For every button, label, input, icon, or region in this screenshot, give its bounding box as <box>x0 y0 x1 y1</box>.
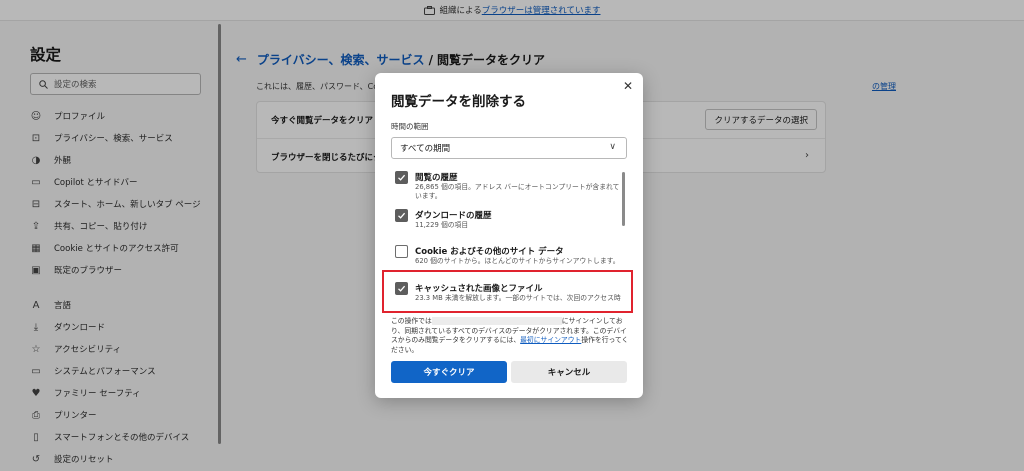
option-description: 11,229 個の項目 <box>415 221 469 229</box>
redacted-account <box>431 317 562 325</box>
highlight-box <box>382 270 633 313</box>
chevron-down-icon: ∨ <box>609 142 616 152</box>
time-range-select[interactable]: すべての期間 ∨ <box>391 137 627 159</box>
option-description: 26,865 個の項目。アドレス バーにオートコンプリートが含まれています。 <box>415 183 620 200</box>
checkmark-icon <box>398 174 406 181</box>
option-title: Cookie およびその他のサイト データ <box>415 247 564 257</box>
dialog-list-scrollbar[interactable] <box>622 172 625 226</box>
close-icon[interactable]: ✕ <box>621 79 635 93</box>
option-description: 620 個のサイトから。ほとんどのサイトからサインアウトします。 <box>415 257 620 265</box>
time-range-label: 時間の範囲 <box>391 122 429 131</box>
clear-now-button[interactable]: 今すぐクリア <box>391 361 507 383</box>
sign-out-link[interactable]: 最初にサインアウト <box>520 336 581 344</box>
sync-info-text: この操作では にサインインしており、同期されているすべてのデバイスのデータがクリア… <box>391 317 631 355</box>
time-range-value: すべての期間 <box>400 144 451 154</box>
cancel-button[interactable]: キャンセル <box>511 361 627 383</box>
option-title: ダウンロードの履歴 <box>415 211 492 221</box>
checkbox-download-history[interactable] <box>395 209 408 222</box>
option-title: 閲覧の履歴 <box>415 173 458 183</box>
clear-browsing-data-dialog: ✕ 閲覧データを削除する 時間の範囲 すべての期間 ∨ 閲覧の履歴 26,865… <box>375 73 643 398</box>
dialog-title: 閲覧データを削除する <box>391 94 526 110</box>
info-prefix: この操作では <box>391 317 432 325</box>
checkbox-browsing-history[interactable] <box>395 171 408 184</box>
checkbox-cookies[interactable] <box>395 245 408 258</box>
checkmark-icon <box>398 212 406 219</box>
